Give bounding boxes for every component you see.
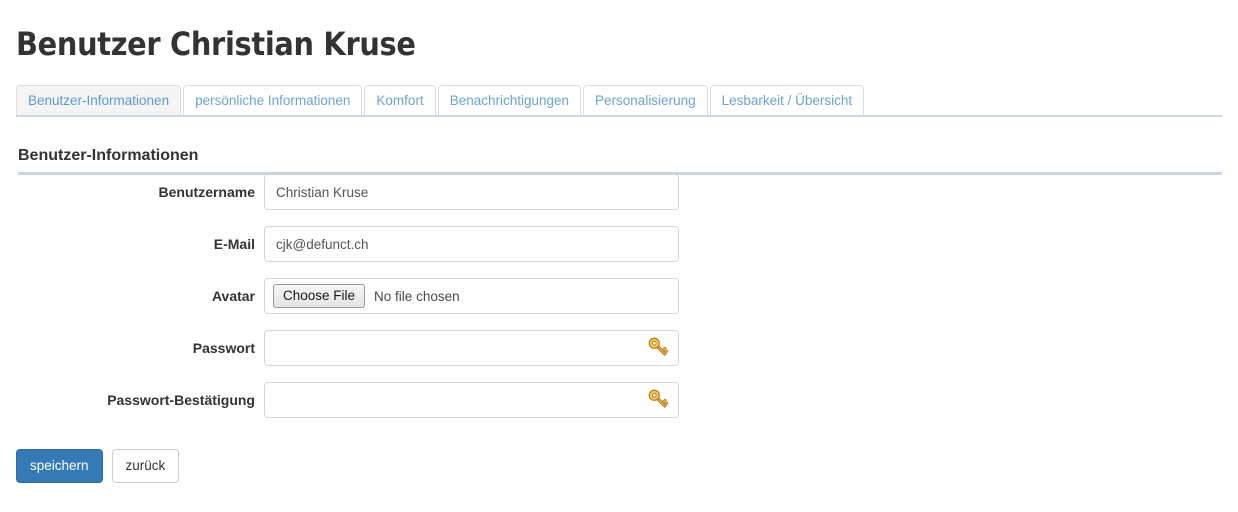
tab-label: Komfort xyxy=(376,93,424,108)
form-row-username: Benutzername xyxy=(0,174,1238,226)
username-label: Benutzername xyxy=(158,184,255,200)
tab-benachrichtigungen[interactable]: Benachrichtigungen xyxy=(437,85,582,115)
email-field-wrap xyxy=(264,226,679,262)
tab-lesbarkeit-uebersicht[interactable]: Lesbarkeit / Übersicht xyxy=(709,85,865,115)
back-button[interactable]: zurück xyxy=(111,449,180,483)
file-status-text: No file chosen xyxy=(374,288,460,304)
username-field-wrap xyxy=(264,174,679,210)
choose-file-button[interactable]: Choose File xyxy=(273,284,366,308)
email-input[interactable] xyxy=(264,226,679,262)
tab-persoenliche-informationen[interactable]: persönliche Informationen xyxy=(183,85,363,115)
form-button-bar: speichern zurück xyxy=(16,449,180,483)
tab-komfort[interactable]: Komfort xyxy=(364,85,436,115)
username-input[interactable] xyxy=(264,174,679,210)
password-label: Passwort xyxy=(192,340,255,356)
form-row-email: E-Mail xyxy=(0,226,1238,278)
section-heading: Benutzer-Informationen xyxy=(18,146,1222,176)
tab-strip: Benutzer-Informationen persönliche Infor… xyxy=(16,83,1222,117)
tab-list: Benutzer-Informationen persönliche Infor… xyxy=(16,83,1222,115)
password-confirmation-input[interactable] xyxy=(264,382,679,418)
password-input[interactable] xyxy=(264,330,679,366)
password-field-wrap xyxy=(264,330,679,366)
page-title: Benutzer Christian Kruse xyxy=(16,25,416,64)
tab-label: Benutzer-Informationen xyxy=(28,93,170,108)
form-row-password: Passwort xyxy=(0,330,1238,382)
avatar-label: Avatar xyxy=(211,288,255,304)
avatar-file-input[interactable]: Choose File No file chosen xyxy=(264,278,679,314)
tab-benutzer-informationen[interactable]: Benutzer-Informationen xyxy=(16,85,182,115)
user-information-form: Benutzername E-Mail Avatar Choose File N… xyxy=(0,174,1238,434)
avatar-field-wrap: Choose File No file chosen xyxy=(264,278,679,314)
tab-label: persönliche Informationen xyxy=(195,93,351,108)
form-row-password-confirmation: Passwort-Bestätigung xyxy=(0,382,1238,434)
tab-personalisierung[interactable]: Personalisierung xyxy=(583,85,708,115)
save-button[interactable]: speichern xyxy=(16,449,103,483)
password-confirmation-field-wrap xyxy=(264,382,679,418)
tab-label: Benachrichtigungen xyxy=(449,93,570,108)
tab-label: Lesbarkeit / Übersicht xyxy=(721,93,853,108)
password-confirmation-label: Passwort-Bestätigung xyxy=(107,392,255,408)
email-label: E-Mail xyxy=(213,236,255,252)
tab-label: Personalisierung xyxy=(595,93,696,108)
form-row-avatar: Avatar Choose File No file chosen xyxy=(0,278,1238,330)
